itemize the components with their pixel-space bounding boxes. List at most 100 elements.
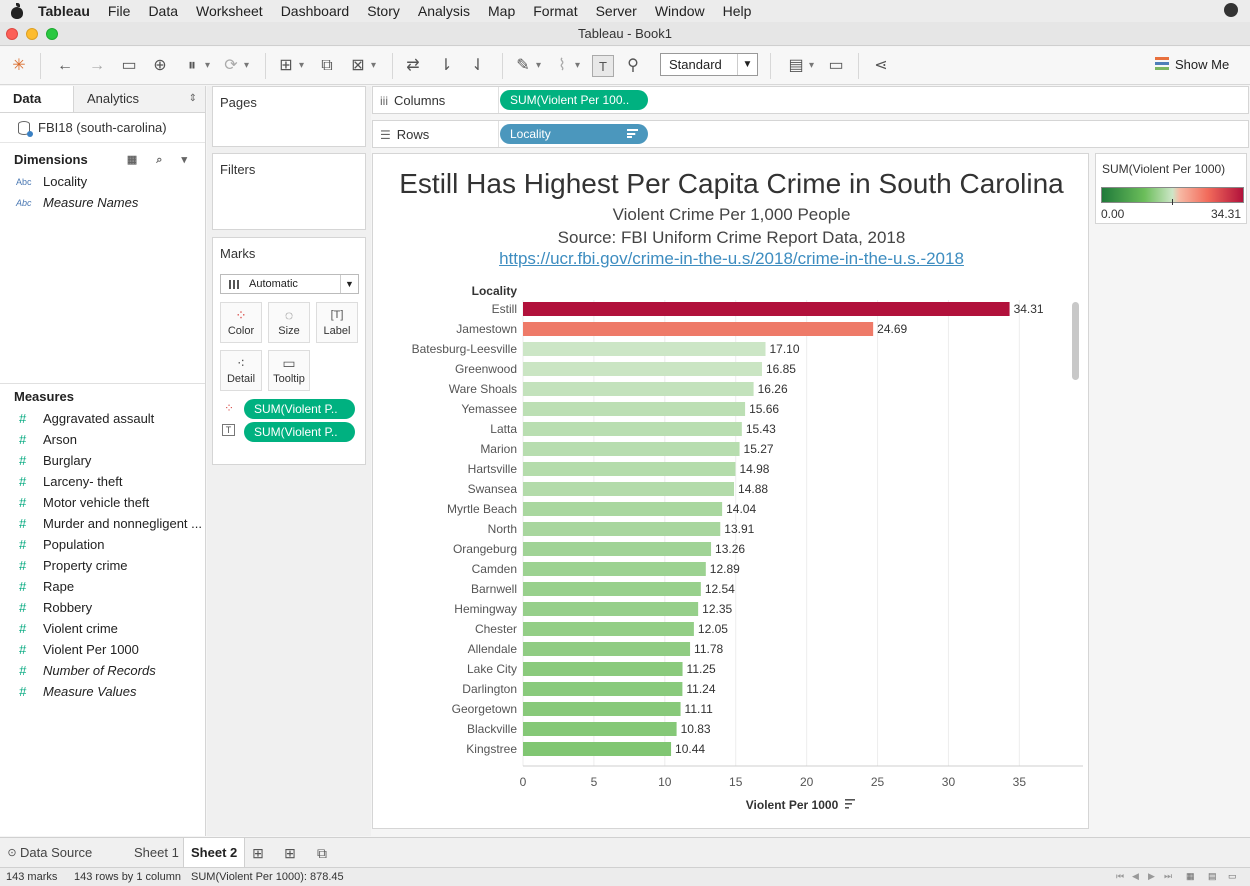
filters-card[interactable]: Filters [212,153,366,230]
viz-scrollbar[interactable] [1070,300,1080,766]
measure-field[interactable]: # Number of Records [0,660,205,681]
pause-updates-icon[interactable]: ⏸ [181,55,210,77]
sort-descending-icon[interactable]: ⇃ [467,55,489,77]
dimension-field[interactable]: Abc Locality [0,171,205,192]
new-worksheet-icon[interactable]: ⊞ [275,55,304,77]
detail-icon: ⁖ [236,355,246,371]
measure-field[interactable]: # Aggravated assault [0,408,205,429]
prev-sheet-icon[interactable]: ◀ [1132,871,1139,882]
measure-field[interactable]: # Violent Per 1000 [0,639,205,660]
clear-sheet-icon[interactable]: ⊠ [347,55,376,77]
tableau-logo-icon[interactable]: ✳ [8,55,30,77]
close-window-button[interactable] [6,28,18,40]
size-button[interactable]: ◌ Size [268,302,310,343]
measure-field[interactable]: # Property crime [0,555,205,576]
measure-field[interactable]: # Larceny- theft [0,471,205,492]
next-sheet-icon[interactable]: ▶ [1148,871,1155,882]
last-sheet-icon[interactable]: ⏭ [1164,871,1172,882]
color-pill[interactable]: SUM(Violent P.. [244,399,355,419]
detail-button[interactable]: ⁖ Detail [220,350,262,391]
tooltip-button[interactable]: ▭ Tooltip [268,350,310,391]
dimension-field[interactable]: Abc Measure Names [0,192,205,213]
share-icon[interactable]: ⋖ [870,55,892,77]
sort-ascending-icon[interactable]: ⇂ [435,55,457,77]
mark-type-select[interactable]: Automatic ▼ [220,274,359,294]
columns-pill[interactable]: SUM(Violent Per 100.. [500,90,648,110]
filmstrip-view-icon[interactable]: ▤ [1208,871,1217,882]
legend-max: 34.31 [1210,207,1241,221]
measure-field[interactable]: # Motor vehicle theft [0,492,205,513]
menu-data[interactable]: Data [148,3,178,19]
menu-window[interactable]: Window [655,3,705,19]
first-sheet-icon[interactable]: ⏮ [1116,871,1124,882]
menu-story[interactable]: Story [367,3,400,19]
show-mark-labels-icon[interactable]: T [592,55,614,77]
measure-field[interactable]: # Population [0,534,205,555]
evernote-icon[interactable] [1220,3,1250,19]
show-cards-icon[interactable]: ▤ [785,55,814,77]
bar [523,482,735,496]
save-icon[interactable]: ▭ [118,55,140,77]
measure-field[interactable]: # Robbery [0,597,205,618]
menu-format[interactable]: Format [533,3,577,19]
refresh-icon[interactable]: ⟳ [220,55,249,77]
minimize-window-button[interactable] [26,28,38,40]
measure-field[interactable]: # Burglary [0,450,205,471]
rows-shelf[interactable]: ☰ Rows Locality [372,120,1249,148]
tab-sheet-1[interactable]: Sheet 1 [126,838,187,867]
new-datasource-icon[interactable]: ⊕ [149,55,171,77]
sort-icon [845,799,855,801]
measure-field[interactable]: # Murder and nonnegligent ... [0,513,205,534]
grid-view-icon[interactable]: ▦ [1186,871,1195,882]
menu-server[interactable]: Server [596,3,637,19]
menu-app[interactable]: Tableau [38,3,90,19]
new-dashboard-icon[interactable]: ⊞ [282,845,298,861]
apple-icon[interactable] [10,3,24,19]
fit-select[interactable]: Standard ▼ [660,53,758,76]
swap-rows-columns-icon[interactable]: ⇄ [402,55,424,77]
highlight-icon[interactable]: ✎ [512,55,541,77]
new-worksheet-icon[interactable]: ⊞ [250,845,266,861]
pages-card[interactable]: Pages [212,86,366,147]
number-type-icon: # [19,453,27,468]
category-label: Chester [475,622,517,636]
menu-file[interactable]: File [108,3,131,19]
menu-worksheet[interactable]: Worksheet [196,3,263,19]
presentation-mode-icon[interactable]: ▭ [825,55,847,77]
tab-data[interactable]: Data [0,86,74,112]
redo-icon[interactable]: → [86,55,108,77]
columns-shelf[interactable]: iii Columns SUM(Violent Per 100.. [372,86,1249,114]
undo-icon[interactable]: ← [54,55,76,77]
group-members-icon[interactable]: ⌇ [551,55,580,77]
tab-data-source[interactable]: Data Source [20,838,92,867]
tabs-view-icon[interactable]: ▭ [1228,871,1237,882]
measure-field[interactable]: # Rape [0,576,205,597]
measure-field[interactable]: # Arson [0,429,205,450]
color-button[interactable]: ⁘ Color [220,302,262,343]
measure-field[interactable]: # Violent crime [0,618,205,639]
menu-map[interactable]: Map [488,3,515,19]
label-button[interactable]: [T] Label [316,302,358,343]
marks-card: Marks Automatic ▼ ⁘ Color ◌ Size [T] Label … [212,237,366,465]
tab-sheet-2[interactable]: Sheet 2 [183,838,246,867]
menu-help[interactable]: Help [723,3,752,19]
menu-analysis[interactable]: Analysis [418,3,470,19]
status-rows: 143 rows by 1 column [74,871,181,883]
duplicate-sheet-icon[interactable]: ⧉ [316,55,338,77]
scrollbar-thumb[interactable] [1072,302,1079,380]
fix-axes-icon[interactable]: ⚲ [622,55,644,77]
datasource-item[interactable]: FBI18 (south-carolina) [0,113,205,143]
bar [523,442,740,456]
color-legend[interactable]: SUM(Violent Per 1000) 0.00 34.31 [1095,153,1247,224]
x-tick-label: 5 [591,775,598,789]
new-story-icon[interactable]: ⧉ [314,845,330,861]
show-me-button[interactable]: Show Me [1155,55,1229,75]
rows-pill[interactable]: Locality [500,124,648,144]
tab-analytics[interactable]: Analytics [74,86,205,112]
bar-value-label: 11.78 [694,642,723,656]
search-icon[interactable]: ▦ ⌕ ▾ [127,153,195,167]
zoom-window-button[interactable] [46,28,58,40]
menu-dashboard[interactable]: Dashboard [281,3,350,19]
label-pill[interactable]: SUM(Violent P.. [244,422,355,442]
measure-field[interactable]: # Measure Values [0,681,205,702]
